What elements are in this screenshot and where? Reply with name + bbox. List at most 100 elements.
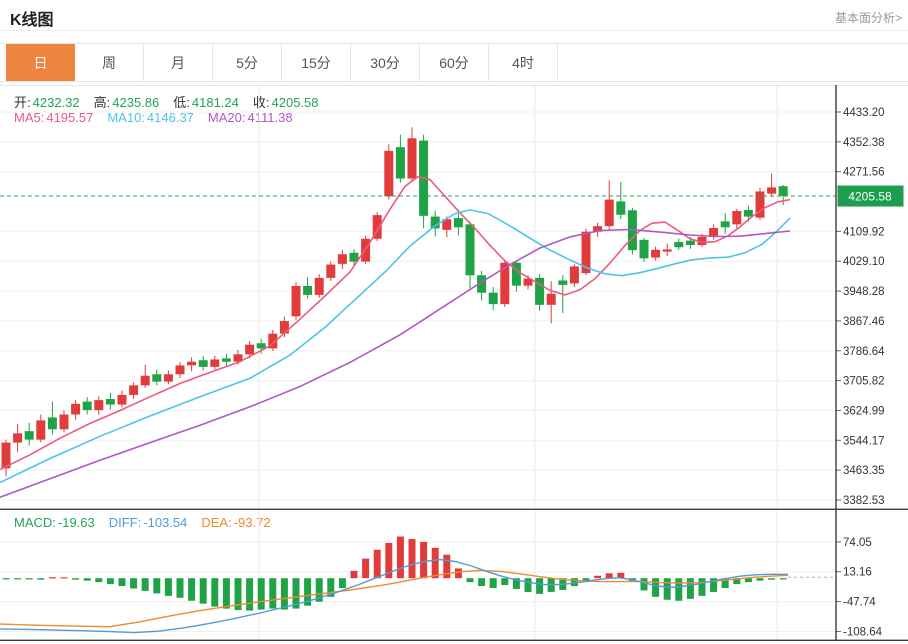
- candle-body: [187, 362, 196, 366]
- candle-body: [199, 360, 208, 367]
- y-axis-label: -47.74: [843, 597, 876, 609]
- y-axis-label: 3867.46: [843, 316, 885, 328]
- macd-bar: [130, 578, 137, 588]
- macd-bar: [72, 578, 79, 579]
- macd-bar: [188, 578, 195, 601]
- tab-30分[interactable]: 30分: [351, 44, 420, 81]
- macd-bar: [177, 578, 184, 598]
- candle-body: [48, 417, 57, 429]
- macd-bar: [119, 578, 126, 586]
- candle-body: [640, 240, 649, 258]
- candle-body: [60, 415, 69, 430]
- macd-bar: [61, 577, 68, 578]
- macd-bar: [467, 578, 474, 582]
- candles-group: [2, 127, 788, 476]
- y-axis-label: 3705.82: [843, 376, 885, 388]
- macd-bar: [200, 578, 207, 603]
- candle-body: [164, 374, 173, 381]
- macd-bar: [536, 578, 543, 594]
- candle-body: [13, 433, 22, 442]
- macd-bar: [211, 578, 218, 606]
- candlestick-chart[interactable]: 4433.204352.384271.564109.924029.103948.…: [0, 85, 908, 510]
- macd-bar: [641, 578, 648, 590]
- candle-body: [257, 343, 266, 348]
- page-title: K线图: [10, 6, 54, 30]
- y-axis-label: -108.64: [843, 626, 883, 638]
- macd-chart[interactable]: 74.05 13.16 -47.74 -108.64: [0, 510, 908, 644]
- candle-body: [721, 221, 730, 227]
- last-price-badge-text: 4205.58: [848, 190, 892, 204]
- candle-body: [25, 431, 34, 439]
- macd-bar: [246, 578, 253, 610]
- candle-body: [732, 211, 741, 224]
- y-axis-label: 3786.64: [843, 346, 885, 358]
- candle-body: [94, 400, 103, 410]
- kline-app: K线图 基本面分析> 日周月5分15分30分60分4时 开:4232.32高:4…: [0, 0, 908, 644]
- candle-body: [686, 241, 695, 245]
- macd-histogram: [3, 537, 787, 611]
- macd-bar: [165, 578, 172, 596]
- candle-body: [466, 224, 475, 275]
- macd-bar: [455, 568, 462, 578]
- y-axis-label: 4029.10: [843, 256, 885, 268]
- fundamental-analysis-link[interactable]: 基本面分析>: [835, 9, 902, 26]
- macd-bar: [687, 578, 694, 599]
- macd-bar: [757, 578, 764, 580]
- candle-body: [547, 294, 556, 305]
- macd-bar: [594, 576, 601, 578]
- macd-bar: [409, 539, 416, 578]
- candle-body: [176, 365, 185, 374]
- macd-bar: [281, 578, 288, 609]
- macd-bar: [699, 578, 706, 596]
- candle-body: [616, 201, 625, 214]
- candle-body: [744, 210, 753, 217]
- macd-bar: [525, 578, 532, 592]
- macd-bar: [95, 578, 102, 582]
- y-axis-label: 3544.17: [843, 435, 885, 447]
- macd-bar: [780, 578, 787, 579]
- candle-body: [605, 200, 614, 227]
- candle-body: [129, 385, 138, 395]
- y-axis-label: 3382.53: [843, 495, 885, 507]
- macd-bar: [652, 578, 659, 597]
- y-axis-label: 13.16: [843, 567, 872, 579]
- candle-body: [558, 280, 567, 284]
- candle-body: [396, 147, 405, 178]
- candle-body: [408, 138, 417, 178]
- candle-body: [338, 254, 347, 264]
- macd-bar: [37, 578, 44, 579]
- candle-body: [152, 374, 161, 381]
- tab-4时[interactable]: 4时: [489, 44, 558, 81]
- macd-bar: [664, 578, 671, 600]
- tab-月[interactable]: 月: [144, 44, 213, 81]
- period-tab-bar: 日周月5分15分30分60分4时: [0, 43, 908, 82]
- tab-日[interactable]: 日: [6, 44, 75, 81]
- y-axis-label: 3463.35: [843, 465, 885, 477]
- candle-body: [106, 399, 115, 405]
- macd-bar: [223, 578, 230, 608]
- tab-60分[interactable]: 60分: [420, 44, 489, 81]
- candle-body: [779, 186, 788, 196]
- y-axis-label: 4109.92: [843, 226, 885, 238]
- tab-5分[interactable]: 5分: [213, 44, 282, 81]
- y-axis-label: 74.05: [843, 537, 872, 549]
- macd-bar: [606, 573, 613, 578]
- candle-body: [118, 395, 127, 405]
- candle-body: [767, 187, 776, 193]
- y-axis-label: 4433.20: [843, 107, 885, 119]
- macd-bar: [269, 578, 276, 608]
- macd-bar: [339, 578, 346, 588]
- macd-bar: [3, 578, 10, 579]
- tab-周[interactable]: 周: [75, 44, 144, 81]
- macd-bar: [153, 578, 160, 593]
- candle-body: [36, 420, 45, 439]
- candle-body: [222, 358, 231, 361]
- candle-body: [245, 345, 254, 355]
- tab-15分[interactable]: 15分: [282, 44, 351, 81]
- macd-bar: [84, 578, 91, 580]
- macd-bar: [14, 578, 21, 579]
- y-axis-label: 3624.99: [843, 405, 885, 417]
- candle-body: [83, 402, 92, 410]
- candle-body: [570, 266, 579, 283]
- candle-body: [315, 278, 324, 295]
